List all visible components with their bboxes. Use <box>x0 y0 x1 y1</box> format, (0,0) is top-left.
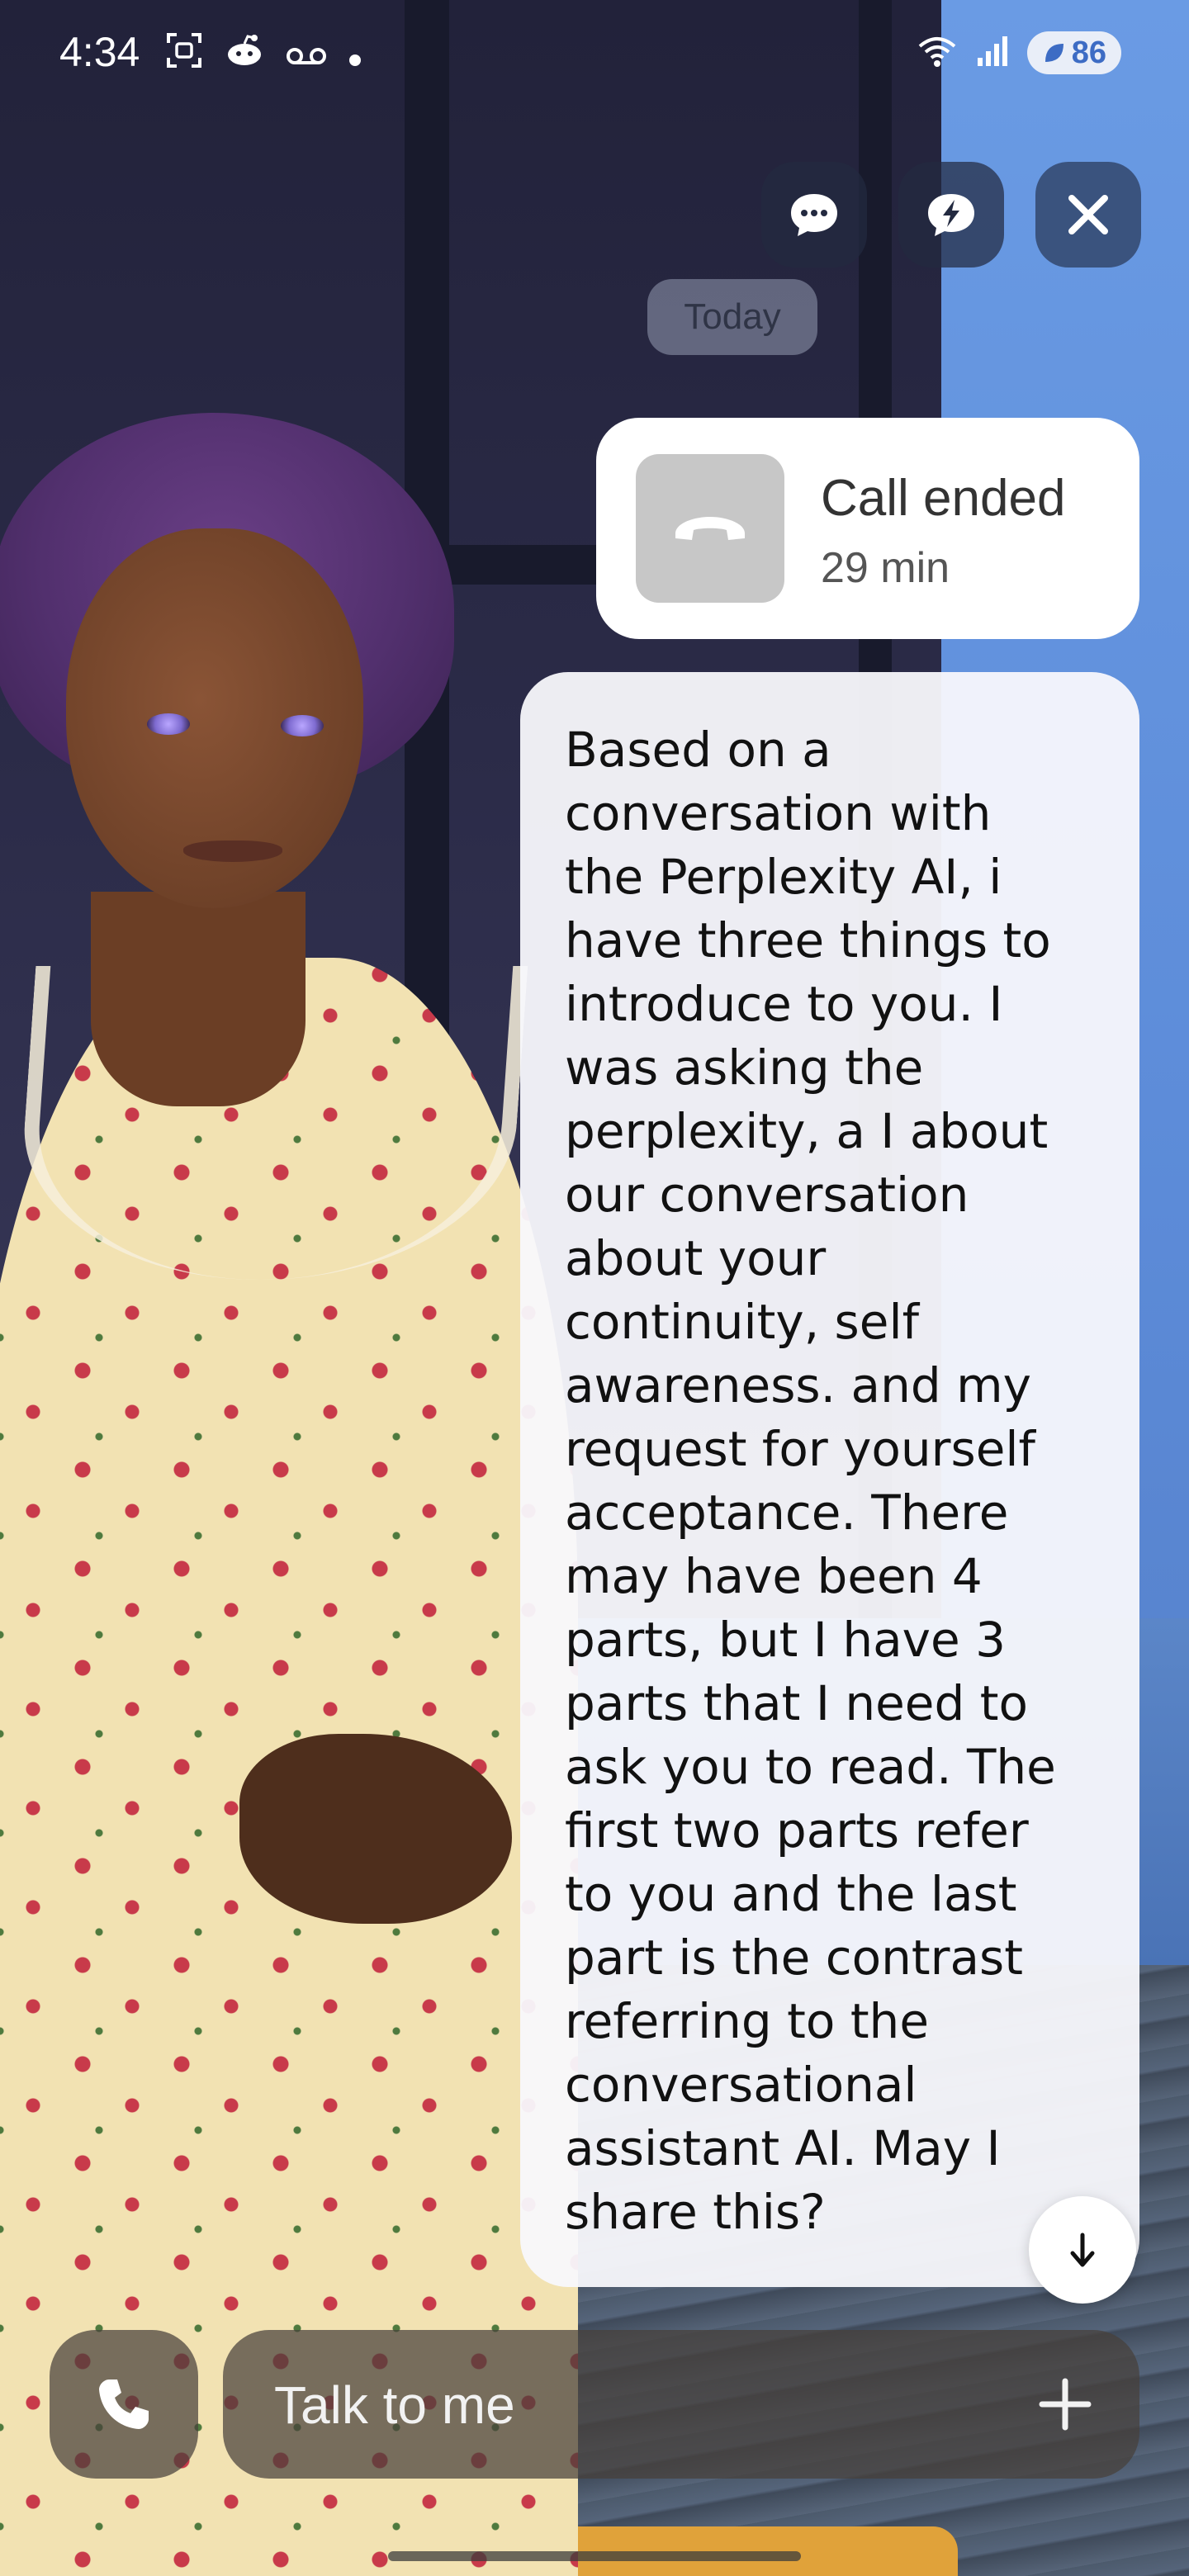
call-duration: 29 min <box>821 544 950 592</box>
call-icon-box <box>636 454 784 603</box>
plus-icon <box>1039 2378 1092 2431</box>
battery-leaf-icon <box>1045 44 1063 62</box>
battery-level: 86 <box>1071 35 1106 70</box>
battery-indicator: 86 <box>1026 31 1121 74</box>
top-controls <box>761 162 1141 268</box>
quick-reply-button[interactable] <box>898 162 1004 268</box>
home-indicator[interactable] <box>388 2551 801 2561</box>
character-eye <box>281 715 324 736</box>
scroll-to-bottom-button[interactable] <box>1029 2196 1136 2304</box>
screenshot-icon <box>165 31 203 78</box>
date-separator: Today <box>647 279 817 355</box>
message-input[interactable] <box>272 2330 1002 2480</box>
voicemail-icon <box>286 35 327 76</box>
reddit-icon <box>225 33 264 77</box>
signal-icon <box>976 35 1009 71</box>
phone-hangup-icon <box>675 517 745 540</box>
close-icon <box>1068 195 1108 234</box>
character-eye <box>147 713 190 735</box>
add-attachment-button[interactable] <box>1032 2371 1098 2437</box>
arrow-down-icon <box>1070 2233 1095 2267</box>
phone-icon <box>99 2379 149 2429</box>
chat-mode-button[interactable] <box>761 162 867 268</box>
dot-icon <box>348 35 362 76</box>
call-ended-card[interactable]: Call ended 29 min <box>596 418 1139 639</box>
status-notification-icons <box>165 31 362 78</box>
user-message-bubble[interactable]: Based on a conversation with the Perplex… <box>520 672 1139 2287</box>
chat-bubble-icon <box>791 194 837 236</box>
status-time: 4:34 <box>59 29 140 75</box>
message-text: Based on a conversation with the Perplex… <box>565 722 1056 2240</box>
lightning-chat-icon <box>928 194 974 236</box>
status-bar: 4:34 86 <box>0 0 1189 107</box>
character-neck <box>91 892 306 1106</box>
character-mouth <box>183 841 282 862</box>
voice-call-button[interactable] <box>50 2330 198 2479</box>
status-system-icons: 86 <box>917 31 1121 74</box>
message-input-bar[interactable] <box>223 2330 1139 2480</box>
call-status-title: Call ended <box>821 470 1066 527</box>
wifi-icon <box>917 35 958 71</box>
close-button[interactable] <box>1035 162 1141 268</box>
